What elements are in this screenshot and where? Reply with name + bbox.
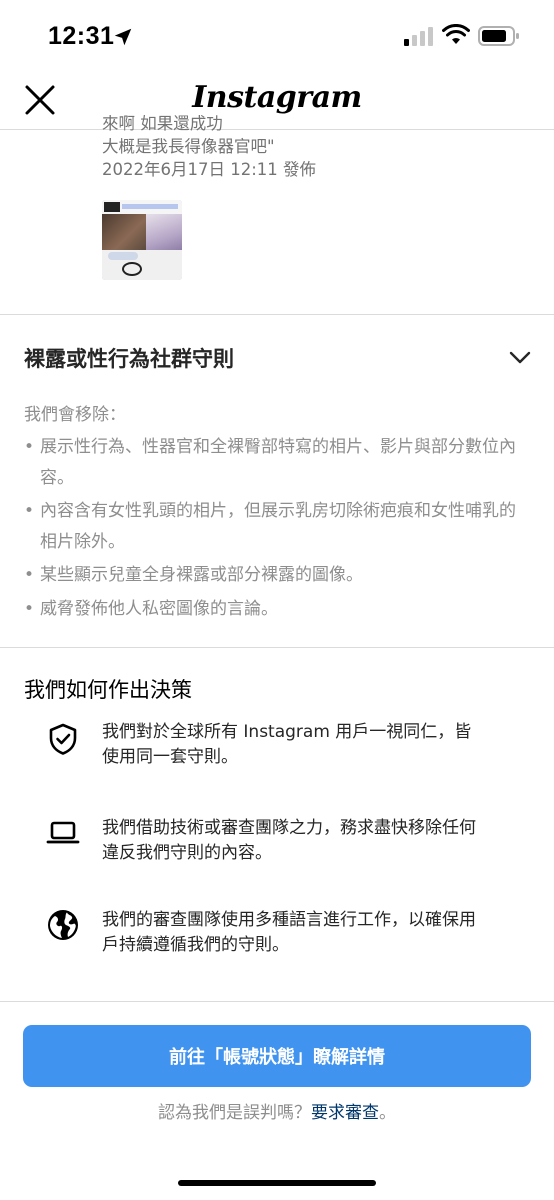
cellular-signal-icon — [404, 27, 433, 46]
guideline-item: 威脅發佈他人私密圖像的言論。 — [24, 594, 530, 625]
location-arrow-icon — [114, 28, 132, 46]
chevron-down-icon[interactable] — [508, 348, 532, 368]
post-caption-snippet: 來啊 如果還成功 大概是我長得像器官吧" 2022年6月17日 12:11 發佈 — [102, 112, 522, 181]
status-bar: 12:31 — [0, 0, 554, 72]
guidelines-intro: 我們會移除： — [24, 405, 126, 425]
decision-text: 我們借助技術或審查團隊之力，務求盡快移除任何違反我們守則的內容。 — [102, 818, 476, 863]
account-status-button[interactable]: 前往「帳號狀態」瞭解詳情 — [23, 1025, 531, 1087]
appeal-suffix: 。 — [379, 1103, 396, 1123]
shield-check-icon — [49, 723, 77, 755]
decisions-title: 我們如何作出決策 — [24, 678, 192, 702]
decision-text: 我們對於全球所有 Instagram 用戶一視同仁，皆使用同一套守則。 — [102, 722, 472, 767]
home-indicator[interactable] — [178, 1180, 376, 1186]
laptop-icon — [46, 821, 80, 844]
divider — [0, 647, 554, 648]
post-timestamp: 2022年6月17日 12:11 發佈 — [102, 160, 317, 179]
guidelines-list: 展示性行為、性器官和全裸臀部特寫的相片、影片與部分數位內容。 內容含有女性乳頭的… — [24, 432, 530, 627]
request-review-link[interactable]: 要求審查 — [311, 1103, 379, 1123]
guideline-item: 某些顯示兒童全身裸露或部分裸露的圖像。 — [24, 560, 530, 591]
status-time: 12:31 — [48, 22, 115, 50]
post-thumbnail[interactable] — [102, 200, 182, 280]
instagram-logo: Instagram — [192, 80, 362, 115]
divider — [0, 1001, 554, 1002]
divider — [0, 314, 554, 315]
battery-icon — [478, 26, 519, 46]
appeal-text: 認為我們是誤判嗎？要求審查。 — [0, 1098, 554, 1123]
guideline-item: 內容含有女性乳頭的相片，但展示乳房切除術疤痕和女性哺乳的相片除外。 — [24, 496, 530, 557]
globe-icon — [48, 910, 78, 940]
wifi-icon — [442, 24, 470, 44]
caption-line: 來啊 如果還成功 — [102, 114, 223, 133]
decision-text: 我們的審查團隊使用多種語言進行工作，以確保用戶持續遵循我們的守則。 — [102, 910, 476, 955]
guideline-item: 展示性行為、性器官和全裸臀部特寫的相片、影片與部分數位內容。 — [24, 432, 530, 493]
guidelines-title[interactable]: 裸露或性行為社群守則 — [24, 343, 234, 373]
caption-line: 大概是我長得像器官吧" — [102, 137, 275, 156]
appeal-prefix: 認為我們是誤判嗎？ — [158, 1103, 311, 1123]
